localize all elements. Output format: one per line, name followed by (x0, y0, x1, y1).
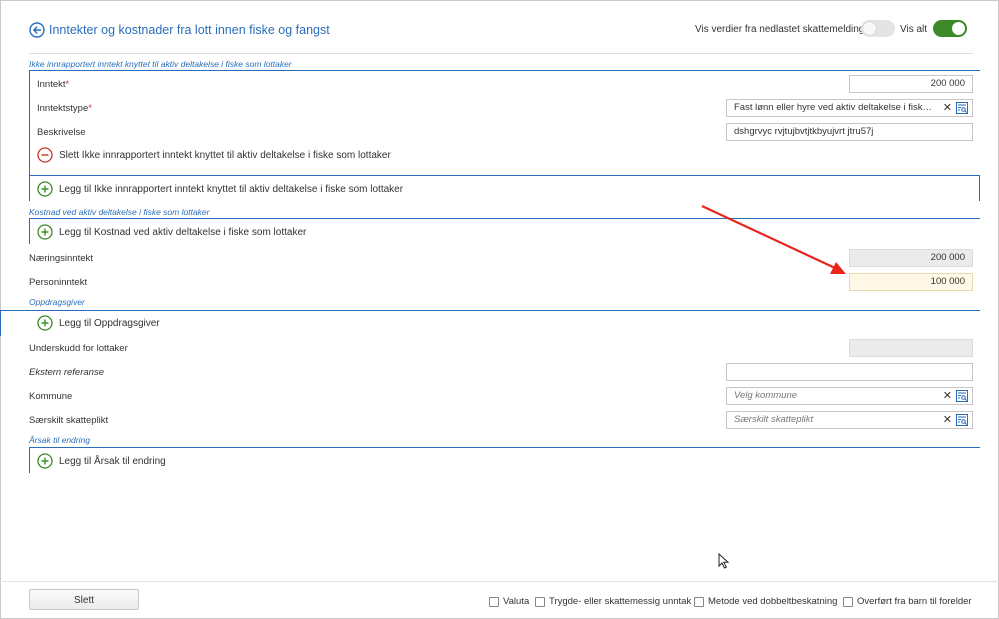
vis-alt-toggle[interactable] (933, 20, 967, 37)
add-kostnad-button[interactable]: Legg til Kostnad ved aktiv deltakelse i … (59, 227, 306, 238)
overfort-label: Overført fra barn til forelder (857, 596, 972, 607)
saerskilt-skatteplikt-label: Særskilt skatteplikt (29, 415, 109, 426)
section-title-arsak: Årsak til endring (29, 435, 90, 445)
search-list-icon[interactable] (956, 414, 968, 426)
add-oppdragsgiver-button[interactable]: Legg til Oppdragsgiver (59, 318, 160, 329)
section-left-bar (29, 70, 30, 175)
saerskilt-skatteplikt-select[interactable]: Særskilt skatteplikt ✕ (726, 411, 973, 429)
plus-circle-icon[interactable] (37, 181, 53, 197)
section-left-bar (0, 310, 1, 336)
naeringsinntekt-value: 200 000 (849, 249, 973, 267)
page-title: Inntekter og kostnader fra lott innen fi… (49, 23, 330, 37)
search-list-icon[interactable] (956, 102, 968, 114)
plus-circle-icon[interactable] (37, 224, 53, 240)
section-title-ikke-innrapportert: Ikke innrapportert inntekt knyttet til a… (29, 59, 292, 69)
kommune-label: Kommune (29, 391, 73, 402)
search-list-icon[interactable] (956, 390, 968, 402)
section-divider (29, 218, 980, 219)
naeringsinntekt-label: Næringsinntekt (29, 253, 93, 264)
inntekt-label: Inntekt* (37, 79, 70, 90)
kommune-select[interactable]: Velg kommune ✕ (726, 387, 973, 405)
valuta-label: Valuta (503, 596, 530, 607)
toggle-knob (863, 22, 876, 35)
personinntekt-input[interactable]: 100 000 (849, 273, 973, 291)
inntektstype-select[interactable]: Fast lønn eller hyre ved aktiv deltakels… (726, 99, 973, 117)
overfort-checkbox[interactable] (843, 597, 853, 607)
metode-checkbox[interactable] (694, 597, 704, 607)
plus-circle-icon[interactable] (37, 315, 53, 331)
personinntekt-label: Personinntekt (29, 277, 88, 288)
header-divider (29, 53, 973, 54)
ekstern-referanse-label: Ekstern referanse (29, 367, 104, 378)
close-icon[interactable]: ✕ (943, 389, 952, 403)
section-title-oppdragsgiver: Oppdragsgiver (29, 297, 85, 307)
toggle-knob (952, 22, 965, 35)
section-divider (29, 175, 980, 176)
section-left-bar (29, 218, 30, 244)
beskrivelse-input[interactable]: dshgrvyc rvjtujbvtjtkbyujvrt jtru57j (726, 123, 973, 141)
ekstern-referanse-input[interactable] (726, 363, 973, 381)
section-left-bar (29, 175, 30, 201)
add-arsak-button[interactable]: Legg til Årsak til endring (59, 456, 166, 467)
underskudd-value (849, 339, 973, 357)
section-divider (29, 447, 980, 448)
add-ikke-innrapportert-button[interactable]: Legg til Ikke innrapportert inntekt knyt… (59, 184, 403, 195)
inntektstype-label: Inntektstype* (37, 103, 92, 114)
valuta-checkbox[interactable] (489, 597, 499, 607)
beskrivelse-label: Beskrivelse (37, 127, 86, 138)
back-arrow-icon[interactable] (29, 22, 45, 38)
inntektstype-value: Fast lønn eller hyre ved aktiv deltakels… (734, 102, 949, 113)
download-values-toggle[interactable] (861, 20, 895, 37)
inntekt-input[interactable]: 200 000 (849, 75, 973, 93)
minus-circle-icon[interactable] (37, 147, 53, 163)
section-left-bar (29, 447, 30, 473)
section-title-kostnad: Kostnad ved aktiv deltakelse i fiske som… (29, 207, 210, 217)
close-icon[interactable]: ✕ (943, 101, 952, 115)
trygde-label: Trygde- eller skattemessig unntak (549, 596, 692, 607)
footer-divider (0, 581, 999, 582)
metode-label: Metode ved dobbeltbeskatning (708, 596, 838, 607)
mouse-pointer-icon (718, 553, 730, 569)
trygde-checkbox[interactable] (535, 597, 545, 607)
vis-alt-label: Vis alt (900, 24, 928, 35)
delete-ikke-innrapportert-button[interactable]: Slett Ikke innrapportert inntekt knyttet… (59, 150, 391, 161)
download-values-label: Vis verdier fra nedlastet skattemelding: (695, 24, 868, 35)
section-right-bar (979, 175, 980, 201)
plus-circle-icon[interactable] (37, 453, 53, 469)
saerskilt-placeholder: Særskilt skatteplikt (734, 414, 814, 425)
section-divider (0, 310, 980, 311)
slett-button[interactable]: Slett (29, 589, 139, 610)
section-divider (29, 70, 980, 71)
underskudd-label: Underskudd for lottaker (29, 343, 128, 354)
close-icon[interactable]: ✕ (943, 413, 952, 427)
kommune-placeholder: Velg kommune (734, 390, 798, 401)
